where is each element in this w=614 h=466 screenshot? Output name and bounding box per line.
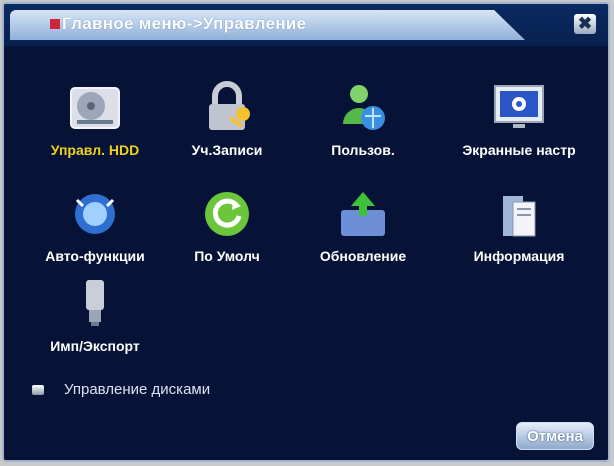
tile-label: Имп/Экспорт	[50, 338, 140, 354]
tile-accounts[interactable]: Уч.Записи	[152, 80, 302, 180]
tile-label: Авто-функции	[45, 248, 145, 264]
tile-import-export[interactable]: Имп/Экспорт	[20, 276, 170, 376]
tile-label: Информация	[473, 248, 565, 264]
tile-defaults[interactable]: По Умолч	[152, 186, 302, 286]
status-line: Управление дисками	[32, 381, 210, 398]
content-area: Управл. HDD Уч.Записи Пользов. Экранные …	[4, 46, 608, 460]
auto-function-icon	[67, 186, 123, 242]
tile-screen-settings[interactable]: Экранные настр	[444, 80, 594, 180]
user-globe-icon	[335, 80, 391, 136]
lock-key-icon	[199, 80, 255, 136]
management-menu-window: Главное меню->Управление ✖ Управл. HDD У…	[2, 2, 610, 462]
upgrade-icon	[335, 186, 391, 242]
close-button[interactable]: ✖	[574, 14, 596, 34]
window-title: Главное меню->Управление	[62, 14, 307, 33]
tile-label: Обновление	[319, 248, 407, 264]
info-icon	[491, 186, 547, 242]
tile-upgrade[interactable]: Обновление	[288, 186, 438, 286]
tile-label: По Умолч	[194, 248, 260, 264]
status-text: Управление дисками	[64, 381, 211, 398]
cancel-button[interactable]: Отмена	[516, 422, 594, 450]
tile-hdd-management[interactable]: Управл. HDD	[20, 80, 170, 180]
tile-label: Пользов.	[331, 142, 395, 158]
tile-information[interactable]: Информация	[444, 186, 594, 286]
disk-status-icon	[32, 384, 44, 395]
hdd-icon	[67, 80, 123, 136]
tile-label: Экранные настр	[462, 142, 576, 158]
import-export-icon	[67, 276, 123, 332]
monitor-gear-icon	[491, 80, 547, 136]
title-bar: Главное меню->Управление ✖	[4, 4, 608, 46]
tile-auto-functions[interactable]: Авто-функции	[20, 186, 170, 286]
tile-label: Управл. HDD	[50, 142, 140, 158]
tile-label: Уч.Записи	[191, 142, 263, 158]
tile-users[interactable]: Пользов.	[288, 80, 438, 180]
refresh-icon	[199, 186, 255, 242]
title-mark-icon	[50, 19, 60, 29]
